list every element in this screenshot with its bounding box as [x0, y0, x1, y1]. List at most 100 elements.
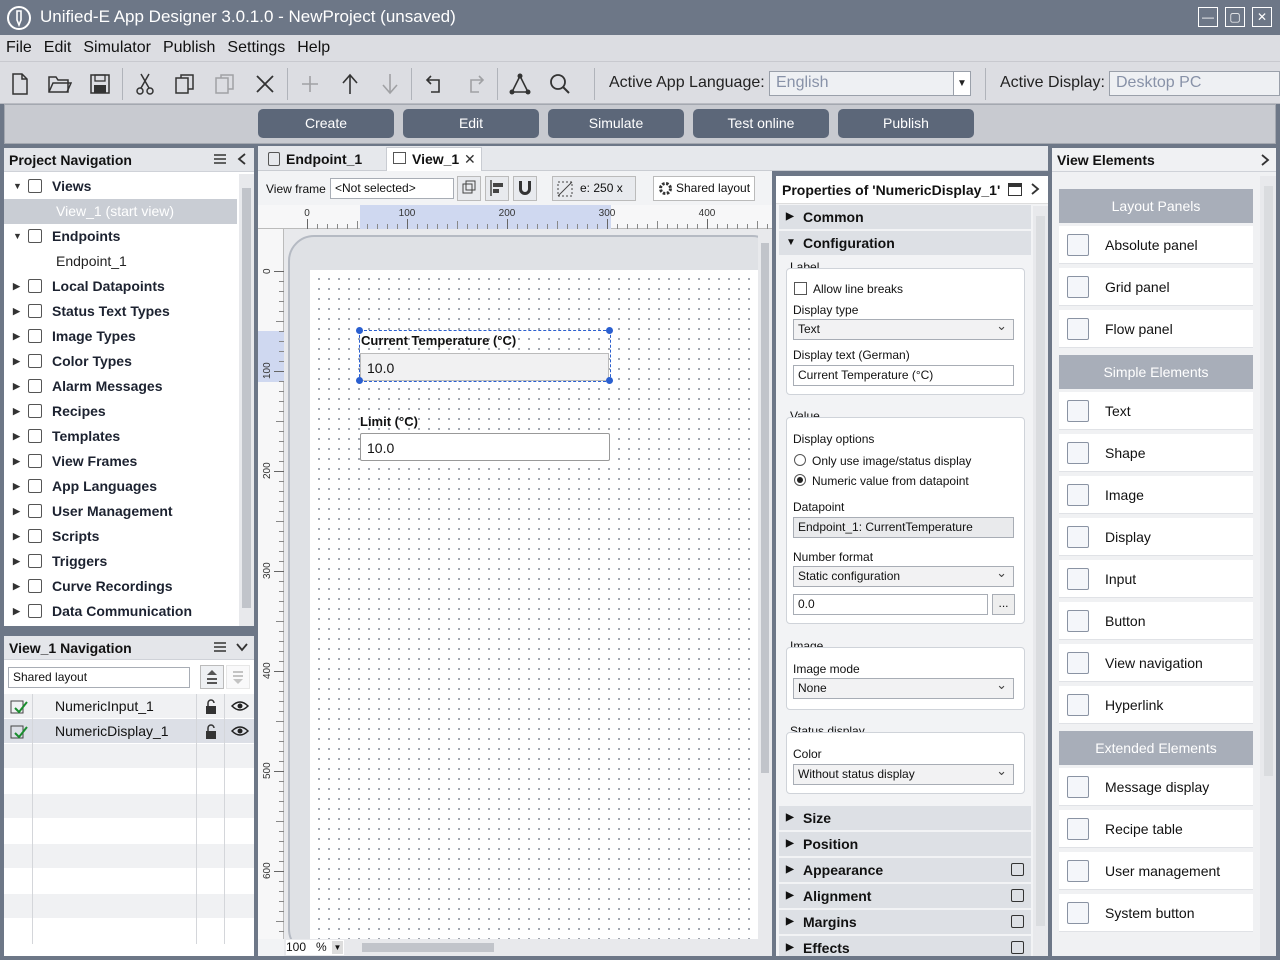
simulate-mode-button[interactable]: Simulate: [548, 109, 684, 138]
radio-numeric-datapoint[interactable]: [794, 474, 806, 486]
tab-endpoint-1[interactable]: Endpoint_1: [262, 148, 384, 171]
search-icon[interactable]: [546, 70, 574, 98]
properties-expand-icon[interactable]: [1030, 182, 1040, 196]
view-elements-scrollbar[interactable]: [1260, 176, 1276, 956]
view-element-row[interactable]: NumericInput_1: [4, 694, 254, 719]
tree-collapse-icon[interactable]: ▼: [13, 174, 22, 199]
element-category-header[interactable]: Layout Panels: [1059, 189, 1253, 223]
view-nav-collapse-icon[interactable]: [235, 641, 249, 653]
maximize-button[interactable]: ▢: [1225, 7, 1245, 27]
collapse-panel-icon[interactable]: [236, 152, 248, 166]
dropdown-arrow-icon[interactable]: ▼: [953, 72, 970, 95]
lock-icon[interactable]: [204, 724, 218, 740]
style-reset-icon[interactable]: [1011, 889, 1024, 902]
tree-item[interactable]: ▶ User Management: [4, 499, 237, 524]
tree-item[interactable]: ▶ Recipes: [4, 399, 237, 424]
properties-dock-icon[interactable]: [1008, 183, 1022, 196]
test-online-mode-button[interactable]: Test online: [693, 109, 829, 138]
element-category-header[interactable]: Simple Elements: [1059, 355, 1253, 389]
tree-item[interactable]: ▶ App Languages: [4, 474, 237, 499]
visible-check-icon[interactable]: [10, 724, 28, 740]
section-position[interactable]: ▶ Position: [779, 832, 1031, 856]
view-nav-menu-icon[interactable]: [213, 640, 227, 654]
menu-help[interactable]: Help: [291, 39, 336, 57]
element-palette-item[interactable]: Display: [1059, 518, 1253, 556]
element-palette-item[interactable]: Grid panel: [1059, 268, 1253, 306]
tree-expand-icon[interactable]: ▶: [13, 299, 20, 324]
lock-icon[interactable]: [204, 699, 218, 715]
move-down-icon[interactable]: [376, 70, 404, 98]
move-up-icon[interactable]: [336, 70, 364, 98]
tree-expand-icon[interactable]: ▶: [13, 474, 20, 499]
layout-filter-input[interactable]: Shared layout: [8, 667, 190, 688]
menu-settings[interactable]: Settings: [221, 39, 291, 57]
tree-item[interactable]: ▶ Scripts: [4, 524, 237, 549]
element-palette-item[interactable]: Image: [1059, 476, 1253, 514]
format-input[interactable]: 0.0: [793, 594, 988, 615]
copy-frame-icon[interactable]: [457, 176, 481, 201]
minimize-button[interactable]: —: [1198, 7, 1218, 27]
menu-publish[interactable]: Publish: [157, 39, 221, 57]
tree-item[interactable]: ▶ Image Types: [4, 324, 237, 349]
tree-item[interactable]: ▶ Triggers: [4, 549, 237, 574]
tab-view-1[interactable]: View_1 ✕: [386, 147, 482, 171]
shared-layout-button[interactable]: Shared layout: [653, 176, 755, 201]
element-palette-item[interactable]: Button: [1059, 602, 1253, 640]
section-effects[interactable]: ▶ Effects: [779, 936, 1031, 956]
style-reset-icon[interactable]: [1011, 915, 1024, 928]
view-element-row[interactable]: NumericDisplay_1: [4, 719, 254, 744]
snap-magnet-icon[interactable]: [513, 176, 537, 201]
tree-item[interactable]: ▶ Alarm Messages: [4, 374, 237, 399]
canvas-horizontal-scrollbar[interactable]: [284, 939, 772, 956]
close-tab-icon[interactable]: ✕: [464, 148, 476, 170]
menu-file[interactable]: File: [0, 39, 38, 57]
section-margins[interactable]: ▶ Margins: [779, 910, 1031, 934]
status-color-select[interactable]: Without status display: [793, 763, 1014, 785]
zoom-control[interactable]: 100 % ▼: [286, 940, 344, 955]
tree-expand-icon[interactable]: ▶: [13, 549, 20, 574]
numeric-input-1[interactable]: Limit (°C) 10.0: [360, 412, 610, 462]
canvas-vertical-scrollbar[interactable]: [758, 229, 772, 939]
panel-menu-icon[interactable]: [213, 152, 227, 166]
menu-edit[interactable]: Edit: [38, 39, 78, 57]
image-mode-select[interactable]: None: [793, 677, 1014, 699]
connect-icon[interactable]: [506, 70, 534, 98]
tree-item[interactable]: View_1 (start view): [4, 199, 237, 224]
tree-expand-icon[interactable]: ▶: [13, 449, 20, 474]
publish-mode-button[interactable]: Publish: [838, 109, 974, 138]
datapoint-field[interactable]: Endpoint_1: CurrentTemperature: [793, 517, 1014, 538]
element-palette-item[interactable]: User management: [1059, 852, 1253, 890]
style-reset-icon[interactable]: [1011, 941, 1024, 954]
tree-item[interactable]: ▶ Status Text Types: [4, 299, 237, 324]
section-alignment[interactable]: ▶ Alignment: [779, 884, 1031, 908]
eye-icon[interactable]: [231, 725, 249, 737]
properties-scrollbar[interactable]: [1033, 206, 1048, 956]
element-palette-item[interactable]: Input: [1059, 560, 1253, 598]
tree-expand-icon[interactable]: ▶: [13, 524, 20, 549]
numeric-display-1[interactable]: Current Temperature (°C) 10.0: [356, 327, 613, 384]
tree-collapse-icon[interactable]: ▼: [13, 224, 22, 249]
element-palette-item[interactable]: Shape: [1059, 434, 1253, 472]
send-backward-icon[interactable]: [226, 665, 250, 689]
tree-expand-icon[interactable]: ▶: [13, 374, 20, 399]
add-icon[interactable]: [296, 70, 324, 98]
element-category-header[interactable]: Extended Elements: [1059, 731, 1253, 765]
new-file-icon[interactable]: [6, 70, 34, 98]
element-palette-item[interactable]: Message display: [1059, 768, 1253, 806]
radio-image-status[interactable]: [794, 454, 806, 466]
section-configuration[interactable]: ▼ Configuration: [779, 231, 1031, 255]
app-language-select[interactable]: English ▼: [769, 71, 971, 96]
element-palette-item[interactable]: Text: [1059, 392, 1253, 430]
eye-icon[interactable]: [231, 700, 249, 712]
section-size[interactable]: ▶ Size: [779, 806, 1031, 830]
number-format-select[interactable]: Static configuration: [793, 565, 1014, 587]
resize-handle[interactable]: [356, 327, 363, 334]
delete-icon[interactable]: [251, 70, 279, 98]
tree-expand-icon[interactable]: ▶: [13, 499, 20, 524]
visible-check-icon[interactable]: [10, 699, 28, 715]
element-palette-item[interactable]: Recipe table: [1059, 810, 1253, 848]
allow-line-breaks-checkbox[interactable]: [794, 282, 807, 295]
tree-expand-icon[interactable]: ▶: [13, 599, 20, 624]
open-folder-icon[interactable]: [46, 70, 74, 98]
tree-item[interactable]: ▶ Curve Recordings: [4, 574, 237, 599]
